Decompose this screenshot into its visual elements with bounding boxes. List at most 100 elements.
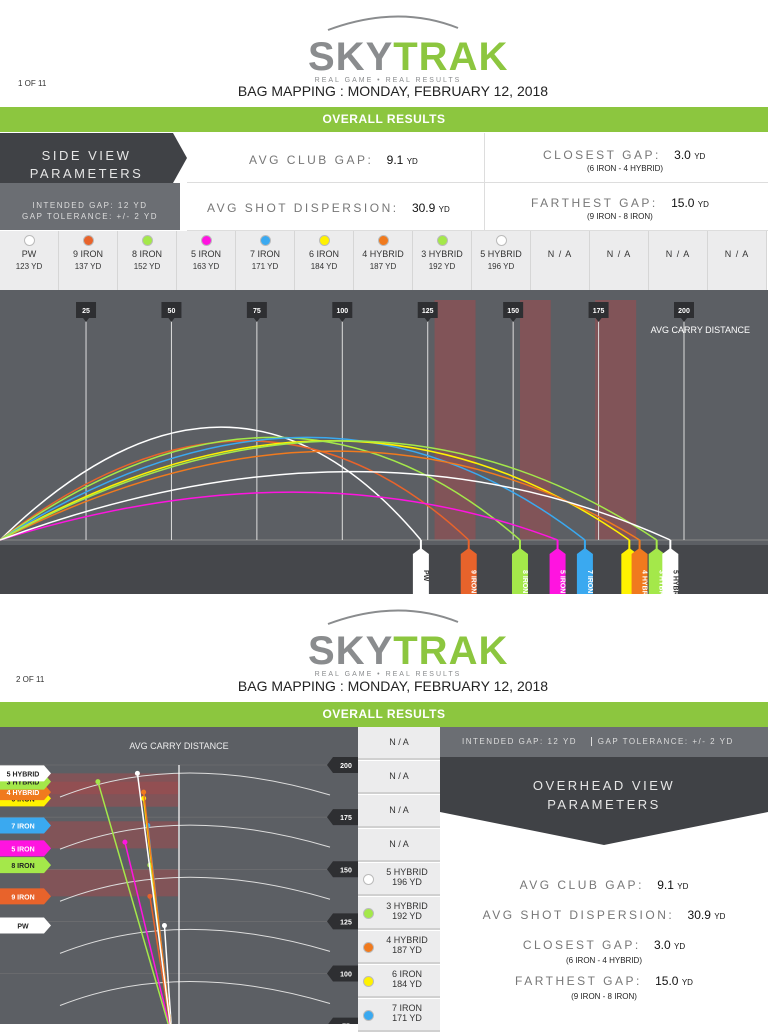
club-carry: 192 YD xyxy=(413,262,471,271)
club-carry: 184 YD xyxy=(295,262,353,271)
club-name: 4 HYBRID xyxy=(374,935,440,945)
farthest-gap-label: FARTHEST GAP: xyxy=(531,196,658,210)
side-view-chart: 255075100125150175200AVG CARRY DISTANCEP… xyxy=(0,290,768,594)
svg-text:200: 200 xyxy=(340,763,352,770)
club-carry: 171 YD xyxy=(236,262,294,271)
club-color-dot-icon xyxy=(24,235,35,246)
tick-label: 200 xyxy=(678,308,690,315)
club-name: 3 HYBRID xyxy=(374,901,440,911)
club-list-empty: N / A xyxy=(358,727,440,760)
club-tag-8-iron: 8 IRON xyxy=(0,857,51,873)
svg-text:5 HYBRID: 5 HYBRID xyxy=(7,771,40,778)
club-tag-9-iron: 9 IRON xyxy=(0,888,51,904)
club-legend-6-iron: 6 IRON184 YD xyxy=(295,231,354,290)
club-list-empty: N / A xyxy=(358,795,440,828)
club-carry: 184 YD xyxy=(374,979,440,989)
logo-sky: SKY xyxy=(308,629,393,673)
club-list-7-iron: 7 IRON171 YD xyxy=(358,999,440,1032)
gap-band xyxy=(40,821,178,848)
club-name: 7 IRON xyxy=(236,249,294,259)
landing-tag-label: 5 IRON xyxy=(559,570,566,593)
gap-band xyxy=(435,300,476,540)
club-color-dot-icon xyxy=(363,942,374,953)
club-color-dot-icon xyxy=(319,235,330,246)
intended-gap-value: 12 YD xyxy=(547,737,577,746)
avg-club-gap-value: 9.1 YD xyxy=(387,153,418,167)
club-tag-5-iron: 5 IRON xyxy=(0,840,51,856)
closest-gap-label: CLOSEST GAP: xyxy=(543,148,661,162)
avg-club-gap-label: AVG CLUB GAP: xyxy=(249,153,373,167)
club-carry: 171 YD xyxy=(374,1013,440,1023)
avg-club-gap-value: 9.1 YD xyxy=(657,878,688,892)
svg-text:150: 150 xyxy=(340,867,352,874)
tick-label: 75 xyxy=(253,308,261,315)
overhead-view-chart: AVG CARRY DISTANCE20017515012510075PW9 I… xyxy=(0,727,358,1024)
gap-band xyxy=(520,300,551,540)
landing-tag-label: 4 HYBRID xyxy=(641,570,648,594)
farthest-gap-clubs: (9 IRON - 8 IRON) xyxy=(440,992,768,1002)
chart-label: AVG CARRY DISTANCE xyxy=(651,325,750,335)
club-color-dot-icon xyxy=(260,235,271,246)
farthest-gap-value: 15.0 YD xyxy=(655,974,693,988)
club-list-empty: N / A xyxy=(358,829,440,862)
gap-tolerance-value: +/- 2 YD xyxy=(692,737,733,746)
tick-label: 100 xyxy=(336,308,348,315)
tick-label: 150 xyxy=(507,308,519,315)
na-label: N / A xyxy=(607,249,632,259)
club-color-dot-icon xyxy=(437,235,448,246)
skytrak-logo: SKYTRAK REAL GAME • REAL RESULTS xyxy=(308,6,468,84)
club-color-dot-icon xyxy=(201,235,212,246)
landing-point-5-iron xyxy=(122,840,127,845)
svg-text:100: 100 xyxy=(340,972,352,979)
na-label: N / A xyxy=(389,771,409,781)
club-carry: 196 YD xyxy=(374,877,440,887)
club-legend-3-hybrid: 3 HYBRID 192 YD xyxy=(413,231,472,290)
club-color-dot-icon xyxy=(142,235,153,246)
closest-gap-value: 3.0 YD xyxy=(654,938,685,952)
panel-title-line2: PARAMETERS xyxy=(0,165,173,183)
farthest-gap-value: 15.0 YD xyxy=(671,196,709,210)
club-legend-5-iron: 5 IRON 163 YD xyxy=(177,231,236,290)
avg-dispersion-value: 30.9 YD xyxy=(688,908,726,922)
panel-title-line1: SIDE VIEW xyxy=(0,147,173,165)
club-legend-7-iron: 7 IRON 171 YD xyxy=(236,231,295,290)
club-name: 8 IRON xyxy=(118,249,176,259)
club-legend-9-iron: 9 IRON137 YD xyxy=(59,231,118,290)
side-view-parameters-panel: SIDE VIEW PARAMETERS xyxy=(0,133,187,183)
landing-point-3-hybrid xyxy=(95,779,100,784)
club-tag-5-hybrid: 5 HYBRID xyxy=(0,765,51,781)
distance-flag: 125 xyxy=(327,913,358,929)
chart-label: AVG CARRY DISTANCE xyxy=(129,741,228,751)
panel-title-line1: OVERHEAD VIEW xyxy=(440,776,768,795)
na-label: N / A xyxy=(389,839,409,849)
logo-sky: SKY xyxy=(308,35,393,79)
gap-settings-2: INTENDED GAP: 12 YD GAP TOLERANCE: +/- 2… xyxy=(440,727,768,757)
club-tag-7-iron: 7 IRON xyxy=(0,817,51,833)
club-legend-8-iron: 8 IRON152 YD xyxy=(118,231,177,290)
overhead-stats: AVG CLUB GAP: 9.1 YD AVG SHOT DISPERSION… xyxy=(440,870,768,1002)
club-legend-empty: N / A xyxy=(708,231,767,290)
intended-gap-label: INTENDED GAP: xyxy=(462,737,544,746)
club-name: 3 HYBRID xyxy=(413,249,471,259)
gap-band xyxy=(595,300,636,540)
distance-flag: 150 xyxy=(327,861,358,877)
club-legend-empty: N / A xyxy=(531,231,590,290)
tick-label: 175 xyxy=(593,308,605,315)
club-carry: 163 YD xyxy=(177,262,235,271)
landing-tag-label: PW xyxy=(422,570,429,582)
distance-flag: 100 xyxy=(327,966,358,982)
club-name: 4 HYBRID xyxy=(354,249,412,259)
na-label: N / A xyxy=(548,249,573,259)
closest-gap-clubs: (6 IRON - 4 HYBRID) xyxy=(440,956,768,966)
landing-tag-label: 5 HYBRID xyxy=(671,570,678,594)
farthest-gap-clubs: (9 IRON - 8 IRON) xyxy=(587,212,653,221)
club-name: 5 IRON xyxy=(177,249,235,259)
landing-point-4-hybrid xyxy=(141,790,146,795)
club-name: 6 IRON xyxy=(374,969,440,979)
landing-tag-label: 7 IRON xyxy=(586,570,593,593)
report-title-2: BAG MAPPING : MONDAY, FEBRUARY 12, 2018 xyxy=(0,678,768,694)
landing-tag-label: 9 IRON xyxy=(470,570,477,593)
svg-text:175: 175 xyxy=(340,815,352,822)
logo-tagline: REAL GAME • REAL RESULTS xyxy=(308,671,468,678)
farthest-gap-label: FARTHEST GAP: xyxy=(515,974,642,988)
